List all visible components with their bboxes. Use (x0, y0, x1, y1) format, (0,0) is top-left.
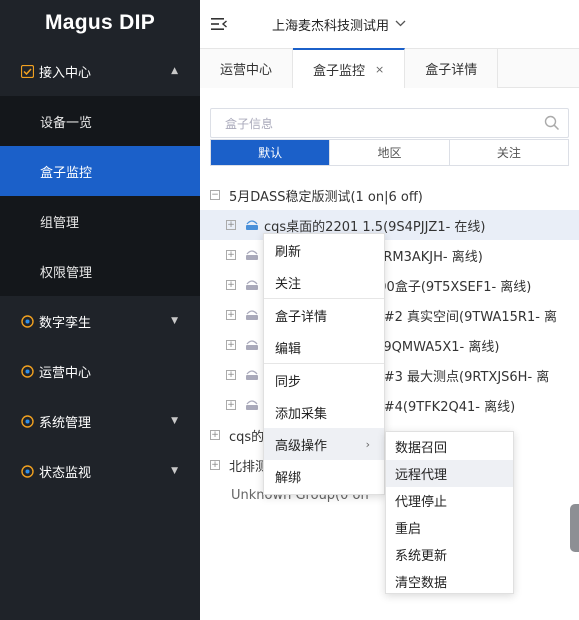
menu-item-unbind[interactable]: 解绑 (264, 460, 384, 492)
view-segmented-control: 默认 地区 关注 (210, 139, 569, 166)
brand-logo: Magus DIP (0, 0, 200, 46)
tree-device-label: cqs桌面的2201 1.5(9S4PJJZ1- 在线) (264, 219, 486, 235)
sidebar-item-status-monitor[interactable]: 状态监视 ▼ (0, 446, 200, 496)
sidebar-item-label: 数字孪生 (39, 315, 92, 331)
menu-item-follow[interactable]: 关注 (264, 266, 384, 298)
chevron-down-icon: ▼ (171, 416, 178, 426)
tree-device[interactable]: + 200盒子(9T5XSEF1- 离线) (200, 270, 579, 300)
segment-followed[interactable]: 关注 (449, 140, 568, 165)
settings-icon (20, 414, 34, 428)
advanced-submenu: 数据召回 远程代理 代理停止 重启 系统更新 清空数据 (385, 431, 514, 594)
tree-device[interactable]: + 1(9QMWA5X1- 离线) (200, 330, 579, 360)
settings-icon (20, 464, 34, 478)
expand-icon[interactable]: + (226, 250, 236, 260)
box-device-icon (245, 369, 259, 381)
settings-icon (20, 364, 34, 378)
chevron-down-icon: ▼ (171, 466, 178, 476)
box-device-icon (245, 249, 259, 261)
tree-device[interactable]: + iFi#3 最大测点(9RTXJS6H- 离 (200, 360, 579, 390)
sidebar-item-group-management[interactable]: 组管理 (0, 196, 200, 246)
sidebar-item-digital-twin[interactable]: 数字孪生 ▼ (0, 296, 200, 346)
menu-item-sync[interactable]: 同步 (264, 364, 384, 396)
search-icon[interactable] (544, 115, 560, 131)
tree-device[interactable]: + iFi#4(9TFK2Q41- 离线) (200, 390, 579, 420)
sidebar-item-operations-center[interactable]: 运营中心 (0, 346, 200, 396)
tree-device[interactable]: + (9RM3AKJH- 离线) (200, 240, 579, 270)
sidebar: Magus DIP 接入中心 ▲ 设备一览 盒子监控 组管理 权限管理 数字孪生… (0, 0, 200, 620)
tab-box-details[interactable]: 盒子详情 (405, 49, 499, 88)
sidebar-item-label: 状态监视 (39, 465, 92, 481)
expand-icon[interactable]: + (226, 280, 236, 290)
sidebar-item-label: 运营中心 (39, 365, 92, 381)
tree-group[interactable]: − 5月DASS稳定版测试(1 on|6 off) (200, 180, 579, 210)
chevron-down-icon (395, 19, 406, 30)
sidebar-item-label: 接入中心 (39, 65, 92, 81)
menu-item-add-collection[interactable]: 添加采集 (264, 396, 384, 428)
submenu-access-center: 设备一览 盒子监控 组管理 权限管理 (0, 96, 200, 296)
search-placeholder: 盒子信息 (225, 116, 274, 131)
segment-region[interactable]: 地区 (330, 140, 450, 165)
box-device-icon (245, 279, 259, 291)
sidebar-item-access-center[interactable]: 接入中心 ▲ (0, 46, 200, 96)
collapse-icon[interactable]: − (210, 190, 220, 200)
expand-icon[interactable]: + (226, 220, 236, 230)
menu-item-label: 高级操作 (275, 438, 328, 454)
top-header: 上海麦杰科技测试用 (200, 0, 579, 48)
chevron-right-icon: › (365, 437, 370, 451)
tab-operations-center[interactable]: 运营中心 (200, 49, 294, 88)
settings-icon (20, 314, 34, 328)
expand-icon[interactable]: + (226, 340, 236, 350)
sidebar-item-device-overview[interactable]: 设备一览 (0, 96, 200, 146)
menu-item-edit[interactable]: 编辑 (264, 331, 384, 363)
search-input[interactable]: 盒子信息 (210, 108, 569, 138)
tree-group-label: 5月DASS稳定版测试(1 on|6 off) (229, 189, 423, 205)
segment-default[interactable]: 默认 (211, 140, 331, 165)
expand-icon[interactable]: + (226, 370, 236, 380)
tree-group-label: cqs的 (229, 429, 265, 445)
expand-icon[interactable]: + (226, 310, 236, 320)
menu-item-system-update[interactable]: 系统更新 (386, 541, 513, 568)
box-device-icon (245, 339, 259, 351)
menu-item-stop-proxy[interactable]: 代理停止 (386, 487, 513, 514)
menu-item-advanced[interactable]: 高级操作 › (264, 428, 384, 460)
menu-item-clear-data[interactable]: 清空数据 (386, 568, 513, 595)
sidebar-item-box-monitor[interactable]: 盒子监控 (0, 146, 200, 196)
tab-label: 盒子详情 (425, 63, 478, 78)
box-device-icon (245, 309, 259, 321)
expand-icon[interactable]: + (226, 400, 236, 410)
box-device-icon (245, 219, 259, 231)
sidebar-item-label: 系统管理 (39, 415, 92, 431)
tree-device[interactable]: + cqs桌面的2201 1.5(9S4PJJZ1- 在线) (200, 210, 579, 240)
tree-device[interactable]: + iFi#2 真实空间(9TWA15R1- 离 (200, 300, 579, 330)
menu-fold-icon[interactable] (211, 17, 227, 31)
side-scroll-handle[interactable] (570, 504, 579, 552)
tab-label: 运营中心 (220, 63, 273, 78)
menu-item-refresh[interactable]: 刷新 (264, 234, 384, 266)
tab-label: 盒子监控 (313, 63, 366, 79)
organization-label: 上海麦杰科技测试用 (272, 18, 390, 34)
expand-icon[interactable]: + (210, 430, 220, 440)
close-icon[interactable]: × (375, 63, 384, 76)
organization-select[interactable]: 上海麦杰科技测试用 (272, 15, 406, 34)
context-menu: 刷新 关注 盒子详情 编辑 同步 添加采集 高级操作 › 解绑 (263, 233, 385, 495)
chevron-down-icon: ▼ (171, 316, 178, 326)
checkbox-icon (20, 64, 34, 78)
tab-bar: 运营中心 盒子监控 × 盒子详情 (200, 48, 579, 88)
menu-item-data-recall[interactable]: 数据召回 (386, 433, 513, 460)
chevron-up-icon: ▲ (171, 66, 178, 76)
menu-item-restart[interactable]: 重启 (386, 514, 513, 541)
menu-item-box-details[interactable]: 盒子详情 (264, 299, 384, 331)
expand-icon[interactable]: + (210, 460, 220, 470)
box-device-icon (245, 399, 259, 411)
sidebar-item-permission-management[interactable]: 权限管理 (0, 246, 200, 296)
sidebar-item-system-management[interactable]: 系统管理 ▼ (0, 396, 200, 446)
tab-box-monitor[interactable]: 盒子监控 × (293, 48, 406, 88)
menu-item-remote-proxy[interactable]: 远程代理 (386, 460, 513, 487)
